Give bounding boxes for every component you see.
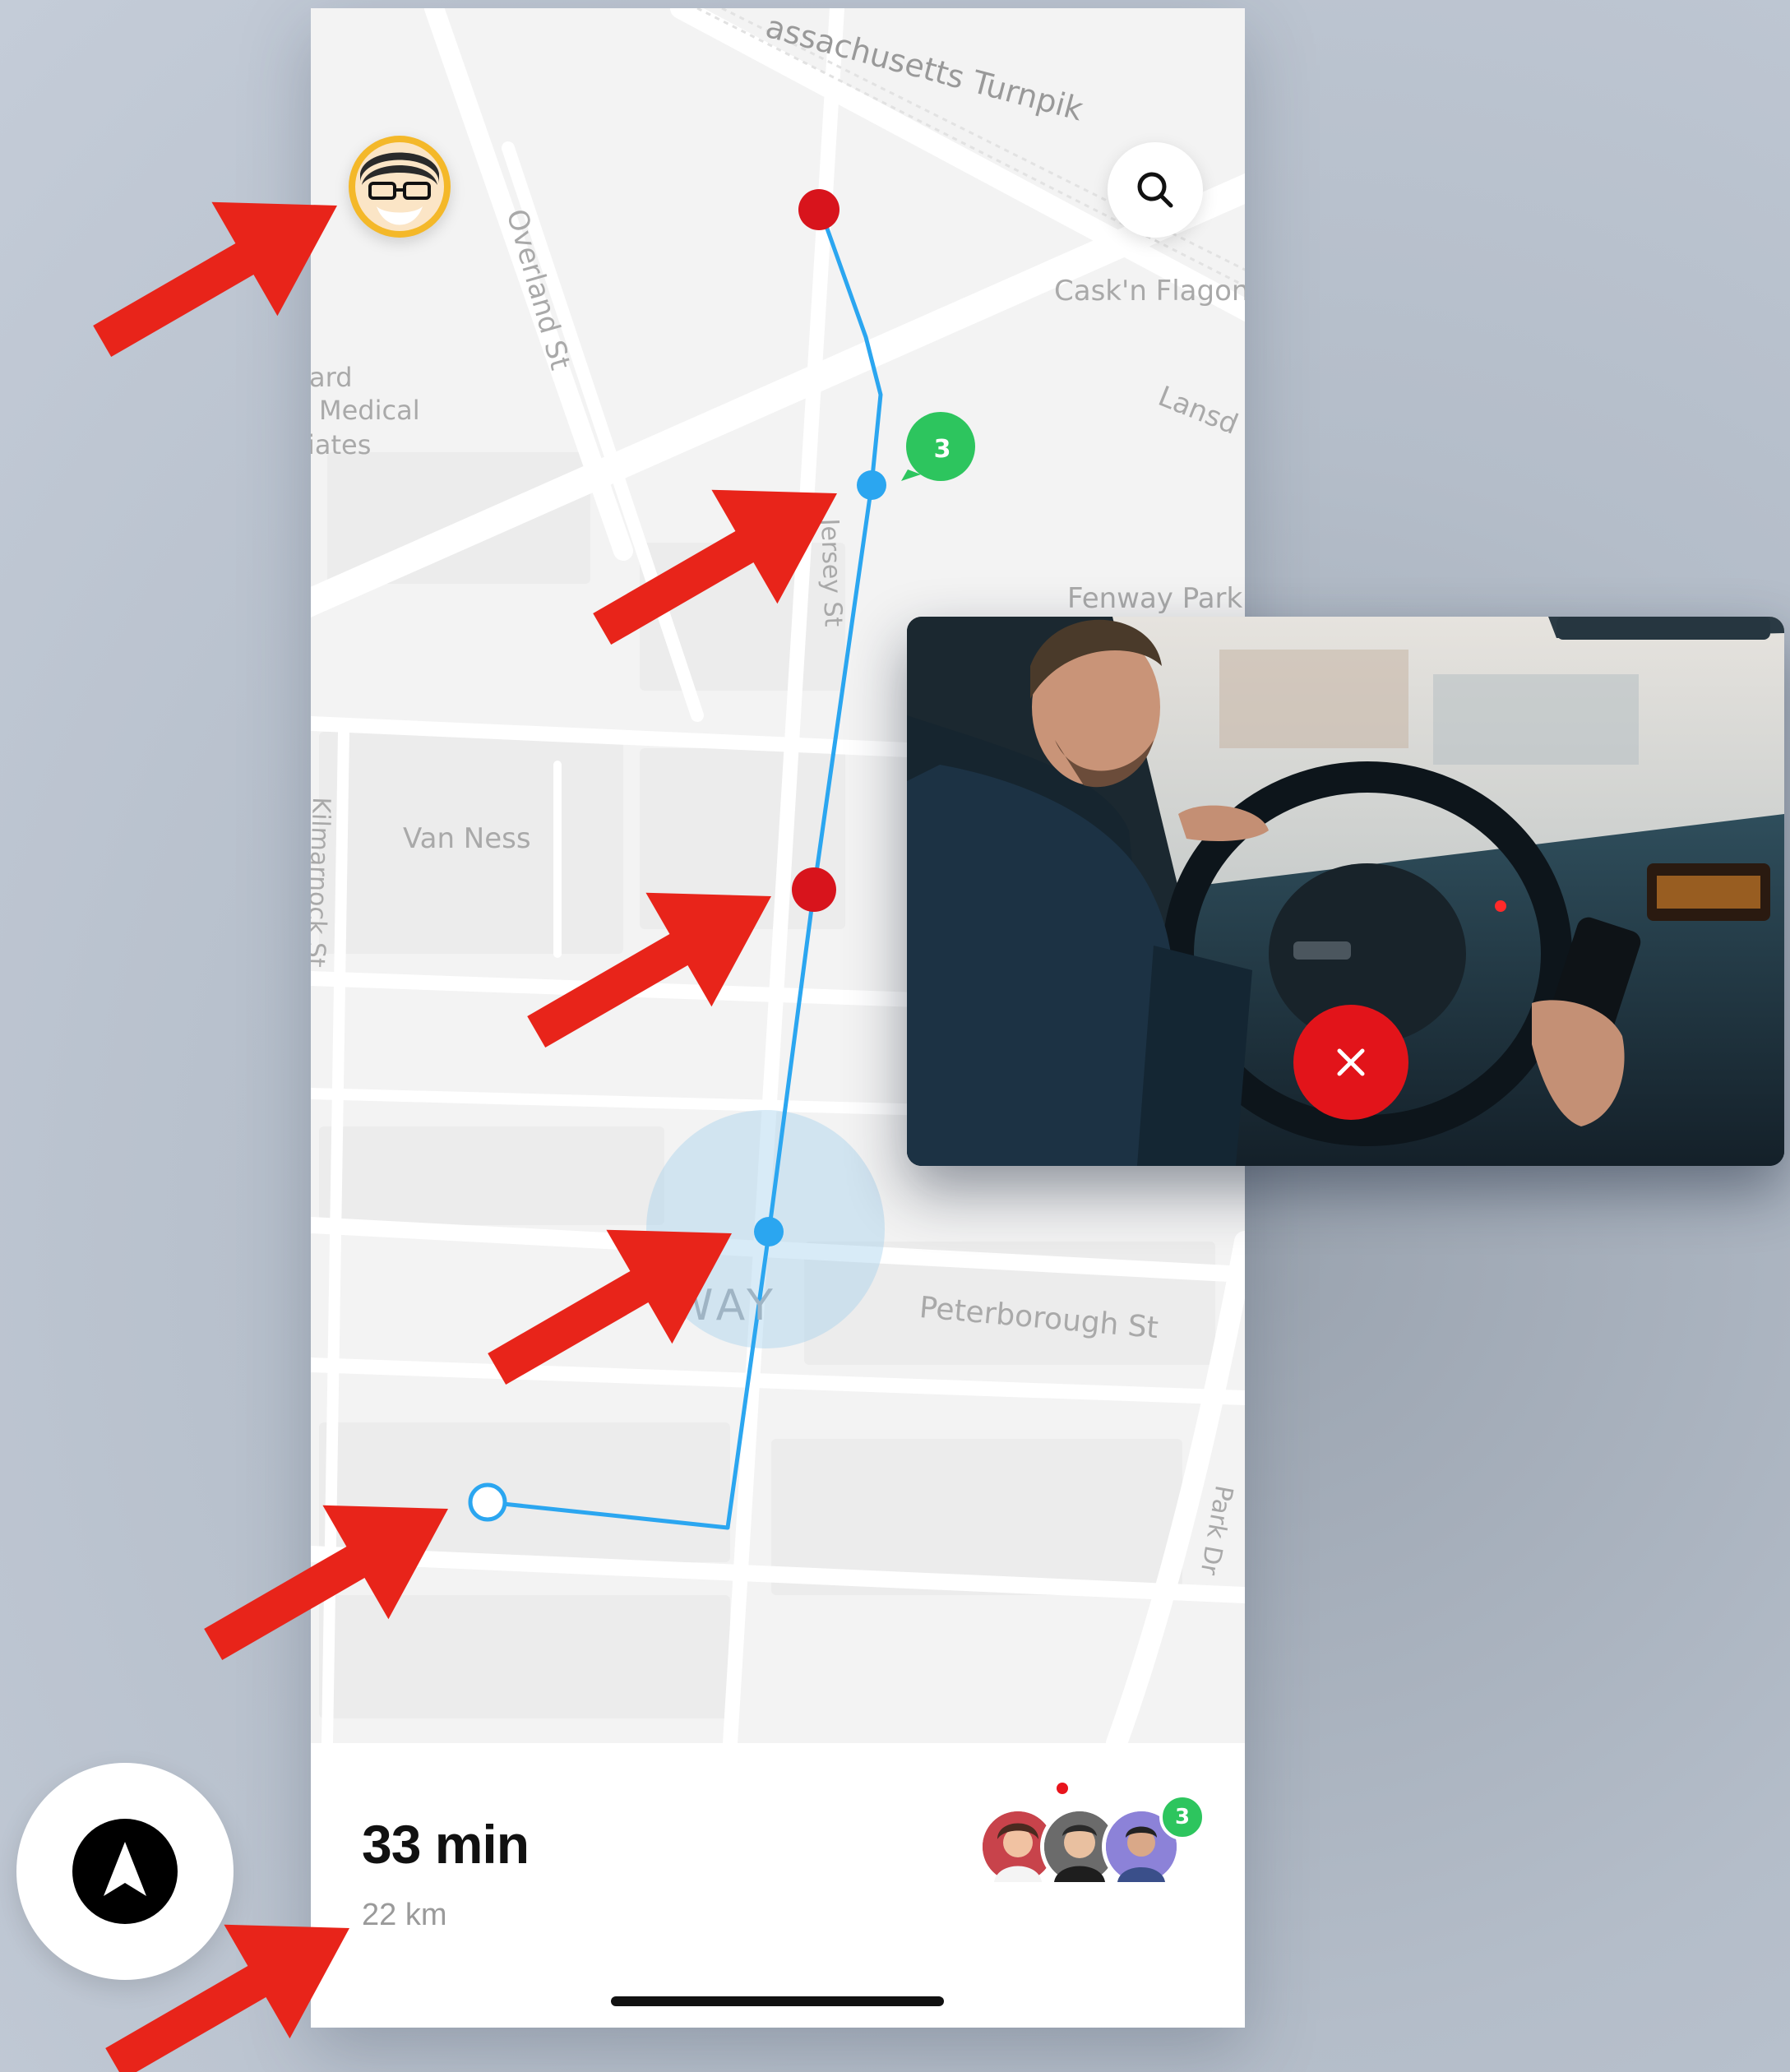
annotation-arrow-icon: [105, 1924, 349, 2072]
annotation-arrow-icon: [204, 1505, 448, 1661]
annotation-arrow-group: [93, 201, 837, 2072]
annotation-arrow-icon: [593, 489, 837, 645]
annotation-arrow-icon: [93, 201, 337, 358]
annotation-arrows: [93, 201, 837, 2072]
annotation-arrow-icon: [488, 1229, 732, 1385]
annotation-arrow-icon: [527, 892, 771, 1048]
